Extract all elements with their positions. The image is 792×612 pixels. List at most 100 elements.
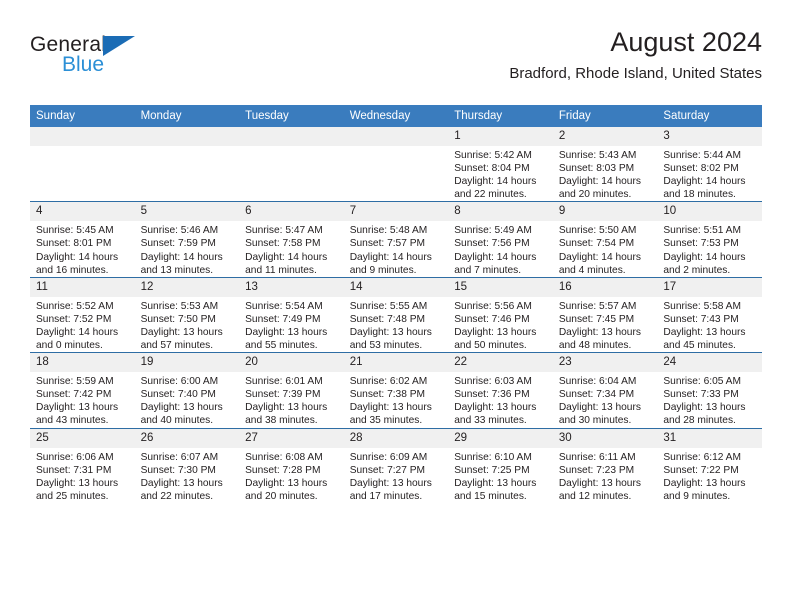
daylight-text-line1: Daylight: 13 hours bbox=[349, 402, 432, 414]
calendar-day-cell[interactable]: 4 Sunrise: 5:45 AM Sunset: 8:01 PM Daylight… bbox=[30, 201, 135, 278]
sunset-text: Sunset: 7:53 PM bbox=[663, 238, 739, 250]
daylight-text-line2: and 30 minutes. bbox=[558, 415, 632, 427]
day-number: 28 bbox=[343, 428, 449, 448]
calendar-day-cell[interactable]: 18 Sunrise: 5:59 AM Sunset: 7:42 PM Dayligh… bbox=[30, 352, 135, 428]
calendar-day-cell[interactable]: 16 Sunrise: 5:57 AM Sunset: 7:45 PM Dayligh… bbox=[552, 276, 658, 353]
daylight-text-line1: Daylight: 14 hours bbox=[36, 251, 119, 263]
calendar-day-cell[interactable]: 2 Sunrise: 5:43 AM Sunset: 8:03 PM Daylight… bbox=[552, 127, 658, 202]
calendar-day-cell[interactable]: 9 Sunrise: 5:50 AM Sunset: 7:54 PM Daylight… bbox=[552, 201, 658, 278]
calendar-day-cell[interactable]: 8 Sunrise: 5:49 AM Sunset: 7:56 PM Daylight… bbox=[448, 201, 553, 278]
day-details: Sunrise: 6:03 AM Sunset: 7:36 PM Daylight:… bbox=[448, 372, 553, 427]
calendar-day-cell[interactable]: 5 Sunrise: 5:46 AM Sunset: 7:59 PM Daylight… bbox=[134, 201, 240, 278]
daylight-text-line1: Daylight: 13 hours bbox=[140, 326, 223, 338]
calendar-day-cell[interactable]: 17 Sunrise: 5:58 AM Sunset: 7:43 PM Dayligh… bbox=[657, 276, 762, 353]
day-number: 22 bbox=[448, 353, 553, 373]
daylight-text-line2: and 53 minutes. bbox=[349, 340, 423, 352]
calendar-day-cell[interactable]: 29 Sunrise: 6:10 AM Sunset: 7:25 PM Dayligh… bbox=[448, 427, 553, 503]
day-details: Sunrise: 6:06 AM Sunset: 7:31 PM Daylight:… bbox=[30, 448, 135, 503]
calendar-table: Sunday Monday Tuesday Wednesday Thursday… bbox=[30, 105, 762, 503]
day-number: 2 bbox=[552, 127, 658, 146]
calendar-day-cell[interactable]: 23 Sunrise: 6:04 AM Sunset: 7:34 PM Dayligh… bbox=[552, 352, 658, 428]
calendar-day-cell[interactable]: 1 Sunrise: 5:42 AM Sunset: 8:04 PM Daylight… bbox=[448, 127, 553, 202]
sunset-text: Sunset: 7:23 PM bbox=[558, 464, 635, 476]
sunrise-text: Sunrise: 6:11 AM bbox=[558, 451, 636, 463]
daylight-text-line2: and 16 minutes. bbox=[36, 264, 109, 276]
calendar-day-cell[interactable]: 12 Sunrise: 5:53 AM Sunset: 7:50 PM Dayligh… bbox=[134, 276, 240, 353]
day-details: Sunrise: 6:01 AM Sunset: 7:39 PM Daylight:… bbox=[239, 372, 344, 427]
daylight-text-line2: and 48 minutes. bbox=[558, 340, 632, 352]
daylight-text-line2: and 35 minutes. bbox=[349, 415, 423, 427]
day-number: 17 bbox=[657, 277, 762, 297]
calendar-day-cell[interactable]: 6 Sunrise: 5:47 AM Sunset: 7:58 PM Daylight… bbox=[239, 201, 344, 278]
calendar-day-cell[interactable]: 26 Sunrise: 6:07 AM Sunset: 7:30 PM Dayligh… bbox=[134, 427, 240, 503]
day-details: Sunrise: 5:52 AM Sunset: 7:52 PM Daylight:… bbox=[30, 297, 135, 352]
calendar-day-cell[interactable]: 25 Sunrise: 6:06 AM Sunset: 7:31 PM Dayligh… bbox=[30, 427, 135, 503]
daylight-text-line2: and 4 minutes. bbox=[558, 264, 626, 276]
calendar-day-cell[interactable]: 11 Sunrise: 5:52 AM Sunset: 7:52 PM Dayligh… bbox=[30, 276, 135, 353]
calendar-day-cell[interactable]: 31 Sunrise: 6:12 AM Sunset: 7:22 PM Dayligh… bbox=[657, 427, 762, 503]
weekday-header-wednesday: Wednesday bbox=[343, 105, 449, 127]
calendar-page: General Blue August 2024 Bradford, Rhode… bbox=[0, 0, 792, 612]
daylight-text-line1: Daylight: 13 hours bbox=[349, 326, 432, 338]
day-number: 30 bbox=[552, 428, 658, 448]
calendar-day-cell[interactable]: 13 Sunrise: 5:54 AM Sunset: 7:49 PM Dayligh… bbox=[239, 276, 344, 353]
calendar-day-cell[interactable]: 24 Sunrise: 6:05 AM Sunset: 7:33 PM Dayligh… bbox=[657, 352, 762, 428]
calendar-day-cell[interactable]: 27 Sunrise: 6:08 AM Sunset: 7:28 PM Dayligh… bbox=[239, 427, 344, 503]
sunset-text: Sunset: 8:01 PM bbox=[36, 238, 112, 250]
daylight-text-line2: and 18 minutes. bbox=[663, 189, 736, 201]
daylight-text-line2: and 22 minutes. bbox=[454, 189, 527, 201]
daylight-text-line1: Daylight: 13 hours bbox=[663, 402, 746, 414]
page-title: August 2024 bbox=[610, 27, 762, 57]
calendar-day-cell[interactable]: 10 Sunrise: 5:51 AM Sunset: 7:53 PM Dayligh… bbox=[657, 201, 762, 278]
calendar-day-cell[interactable]: 7 Sunrise: 5:48 AM Sunset: 7:57 PM Daylight… bbox=[343, 201, 449, 278]
day-number: 15 bbox=[448, 277, 553, 297]
sunset-text: Sunset: 7:57 PM bbox=[349, 238, 426, 250]
sunset-text: Sunset: 8:03 PM bbox=[558, 163, 635, 175]
sunset-text: Sunset: 7:48 PM bbox=[349, 313, 426, 325]
calendar-day-cell[interactable]: 15 Sunrise: 5:56 AM Sunset: 7:46 PM Dayligh… bbox=[448, 276, 553, 353]
day-details: Sunrise: 6:10 AM Sunset: 7:25 PM Daylight:… bbox=[448, 448, 553, 503]
sunrise-text: Sunrise: 6:04 AM bbox=[558, 376, 637, 388]
daylight-text-line1: Daylight: 14 hours bbox=[558, 176, 641, 188]
day-number: 9 bbox=[552, 202, 658, 222]
sunrise-text: Sunrise: 5:56 AM bbox=[454, 300, 532, 312]
day-details: Sunrise: 5:44 AM Sunset: 8:02 PM Daylight:… bbox=[657, 146, 762, 201]
calendar-day-cell[interactable]: 3 Sunrise: 5:44 AM Sunset: 8:02 PM Daylight… bbox=[657, 127, 762, 202]
daylight-text-line1: Daylight: 14 hours bbox=[140, 251, 223, 263]
calendar-day-cell[interactable]: 30 Sunrise: 6:11 AM Sunset: 7:23 PM Dayligh… bbox=[552, 427, 658, 503]
daylight-text-line1: Daylight: 13 hours bbox=[663, 477, 746, 489]
sunrise-text: Sunrise: 5:46 AM bbox=[140, 225, 219, 237]
daylight-text-line2: and 45 minutes. bbox=[663, 340, 736, 352]
calendar-week-row: 4 Sunrise: 5:45 AM Sunset: 8:01 PM Daylight… bbox=[30, 201, 762, 278]
day-details: Sunrise: 6:05 AM Sunset: 7:33 PM Daylight:… bbox=[657, 372, 762, 427]
calendar-day-cell[interactable]: 19 Sunrise: 6:00 AM Sunset: 7:40 PM Dayligh… bbox=[134, 352, 240, 428]
calendar-day-cell[interactable]: 21 Sunrise: 6:02 AM Sunset: 7:38 PM Dayligh… bbox=[343, 352, 449, 428]
title-block: August 2024 Bradford, Rhode Island, Unit… bbox=[509, 26, 762, 83]
sunrise-text: Sunrise: 6:01 AM bbox=[245, 376, 323, 388]
sunset-text: Sunset: 7:31 PM bbox=[36, 464, 112, 476]
calendar-day-cell[interactable]: 28 Sunrise: 6:09 AM Sunset: 7:27 PM Dayligh… bbox=[343, 427, 449, 503]
sunset-text: Sunset: 7:40 PM bbox=[140, 389, 216, 401]
day-number: 5 bbox=[134, 202, 240, 222]
calendar-day-cell[interactable]: 20 Sunrise: 6:01 AM Sunset: 7:39 PM Dayligh… bbox=[239, 352, 344, 428]
sunrise-text: Sunrise: 6:12 AM bbox=[663, 451, 741, 463]
day-number: 24 bbox=[657, 353, 762, 373]
sunrise-text: Sunrise: 6:09 AM bbox=[349, 451, 428, 463]
day-number: 25 bbox=[30, 428, 135, 448]
day-number: 18 bbox=[30, 353, 135, 373]
brand-logo[interactable]: General Blue bbox=[30, 34, 230, 86]
daylight-text-line2: and 55 minutes. bbox=[245, 340, 318, 352]
day-number: 13 bbox=[239, 277, 344, 297]
sunrise-text: Sunrise: 5:55 AM bbox=[349, 300, 428, 312]
day-details: Sunrise: 6:00 AM Sunset: 7:40 PM Daylight:… bbox=[135, 372, 240, 427]
day-details: Sunrise: 6:11 AM Sunset: 7:23 PM Daylight:… bbox=[553, 448, 658, 503]
day-details: Sunrise: 5:43 AM Sunset: 8:03 PM Daylight:… bbox=[553, 146, 658, 201]
calendar-day-cell[interactable]: 14 Sunrise: 5:55 AM Sunset: 7:48 PM Dayligh… bbox=[343, 276, 449, 353]
calendar-day-cell[interactable]: 22 Sunrise: 6:03 AM Sunset: 7:36 PM Dayligh… bbox=[448, 352, 553, 428]
sunrise-text: Sunrise: 5:52 AM bbox=[36, 300, 114, 312]
daylight-text-line1: Daylight: 14 hours bbox=[663, 251, 746, 263]
sunrise-text: Sunrise: 5:54 AM bbox=[245, 300, 323, 312]
day-details: Sunrise: 6:09 AM Sunset: 7:27 PM Daylight:… bbox=[344, 448, 449, 503]
weekday-header-saturday: Saturday bbox=[657, 105, 762, 127]
daylight-text-line2: and 17 minutes. bbox=[349, 490, 423, 502]
